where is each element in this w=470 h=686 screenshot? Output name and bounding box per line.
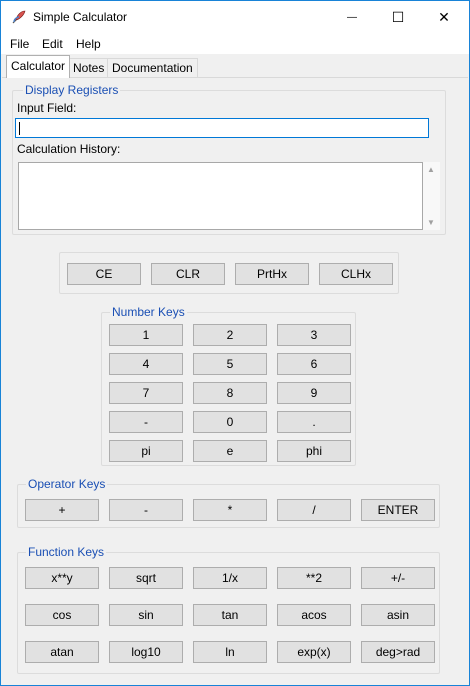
- key-phi[interactable]: phi: [277, 440, 351, 462]
- calculation-history-textarea[interactable]: [18, 162, 423, 230]
- fn-ln-button[interactable]: ln: [193, 641, 267, 663]
- number-keys-group: Number Keys 1 2 3 4 5 6 7 8 9 - 0 . pi e…: [101, 305, 356, 466]
- operator-keys-group: Operator Keys + - * / ENTER: [17, 477, 440, 528]
- key-0[interactable]: 0: [193, 411, 267, 433]
- fn-cos-button[interactable]: cos: [25, 604, 99, 626]
- minimize-button[interactable]: —: [329, 1, 375, 33]
- display-registers-group: Display Registers Input Field: Calculati…: [12, 83, 446, 235]
- key-6[interactable]: 6: [277, 353, 351, 375]
- input-field-label: Input Field:: [17, 101, 77, 115]
- clr-button[interactable]: CLR: [151, 263, 225, 285]
- ce-button[interactable]: CE: [67, 263, 141, 285]
- key-negative[interactable]: -: [109, 411, 183, 433]
- menu-help[interactable]: Help: [76, 37, 101, 51]
- tab-strip: Calculator Notes Documentation: [1, 54, 469, 78]
- enter-button[interactable]: ENTER: [361, 499, 435, 521]
- key-3[interactable]: 3: [277, 324, 351, 346]
- calculation-history-label: Calculation History:: [17, 142, 121, 156]
- history-scrollbar[interactable]: ▲ ▼: [423, 162, 440, 230]
- close-button[interactable]: ✕: [421, 1, 467, 33]
- menu-file[interactable]: File: [10, 37, 29, 51]
- function-keys-group: Function Keys x**y sqrt 1/x **2 +/- cos …: [17, 545, 440, 674]
- feather-pen-icon: [11, 9, 27, 25]
- input-field[interactable]: [15, 118, 429, 138]
- scroll-down-icon[interactable]: ▼: [427, 218, 435, 227]
- maximize-button[interactable]: ☐: [375, 1, 421, 33]
- key-1[interactable]: 1: [109, 324, 183, 346]
- key-5[interactable]: 5: [193, 353, 267, 375]
- key-pi[interactable]: pi: [109, 440, 183, 462]
- number-keys-title: Number Keys: [110, 305, 187, 319]
- fn-log10-button[interactable]: log10: [109, 641, 183, 663]
- menu-edit[interactable]: Edit: [42, 37, 63, 51]
- tab-calculator[interactable]: Calculator: [6, 55, 71, 78]
- maximize-icon: ☐: [391, 8, 405, 25]
- scroll-up-icon[interactable]: ▲: [427, 165, 435, 174]
- menu-bar: File Edit Help: [1, 33, 469, 54]
- fn-atan-button[interactable]: atan: [25, 641, 99, 663]
- fn-asin-button[interactable]: asin: [361, 604, 435, 626]
- display-registers-title: Display Registers: [23, 83, 121, 97]
- tab-notes[interactable]: Notes: [68, 58, 110, 78]
- op-divide-button[interactable]: /: [277, 499, 351, 521]
- close-icon: ✕: [438, 8, 450, 25]
- fn-exp-button[interactable]: exp(x): [277, 641, 351, 663]
- op-subtract-button[interactable]: -: [109, 499, 183, 521]
- key-e[interactable]: e: [193, 440, 267, 462]
- operator-keys-title: Operator Keys: [26, 477, 108, 491]
- fn-reciprocal-button[interactable]: 1/x: [193, 567, 267, 589]
- fn-tan-button[interactable]: tan: [193, 604, 267, 626]
- key-decimal[interactable]: .: [277, 411, 351, 433]
- calculator-panel: Display Registers Input Field: Calculati…: [2, 77, 468, 685]
- register-buttons-group: CE CLR PrtHx CLHx: [59, 252, 399, 294]
- fn-square-button[interactable]: **2: [277, 567, 351, 589]
- key-2[interactable]: 2: [193, 324, 267, 346]
- key-4[interactable]: 4: [109, 353, 183, 375]
- tab-documentation[interactable]: Documentation: [107, 58, 198, 78]
- fn-sqrt-button[interactable]: sqrt: [109, 567, 183, 589]
- text-caret: [19, 122, 20, 135]
- title-bar[interactable]: Simple Calculator — ☐ ✕: [1, 1, 469, 33]
- fn-sin-button[interactable]: sin: [109, 604, 183, 626]
- window-title: Simple Calculator: [33, 10, 128, 24]
- minimize-icon: —: [347, 11, 357, 23]
- prthx-button[interactable]: PrtHx: [235, 263, 309, 285]
- key-7[interactable]: 7: [109, 382, 183, 404]
- op-multiply-button[interactable]: *: [193, 499, 267, 521]
- key-8[interactable]: 8: [193, 382, 267, 404]
- fn-negate-button[interactable]: +/-: [361, 567, 435, 589]
- fn-power-button[interactable]: x**y: [25, 567, 99, 589]
- fn-deg-to-rad-button[interactable]: deg>rad: [361, 641, 435, 663]
- app-window: Simple Calculator — ☐ ✕ File Edit Help C…: [0, 0, 470, 686]
- function-keys-title: Function Keys: [26, 545, 107, 559]
- fn-acos-button[interactable]: acos: [277, 604, 351, 626]
- op-add-button[interactable]: +: [25, 499, 99, 521]
- key-9[interactable]: 9: [277, 382, 351, 404]
- clhx-button[interactable]: CLHx: [319, 263, 393, 285]
